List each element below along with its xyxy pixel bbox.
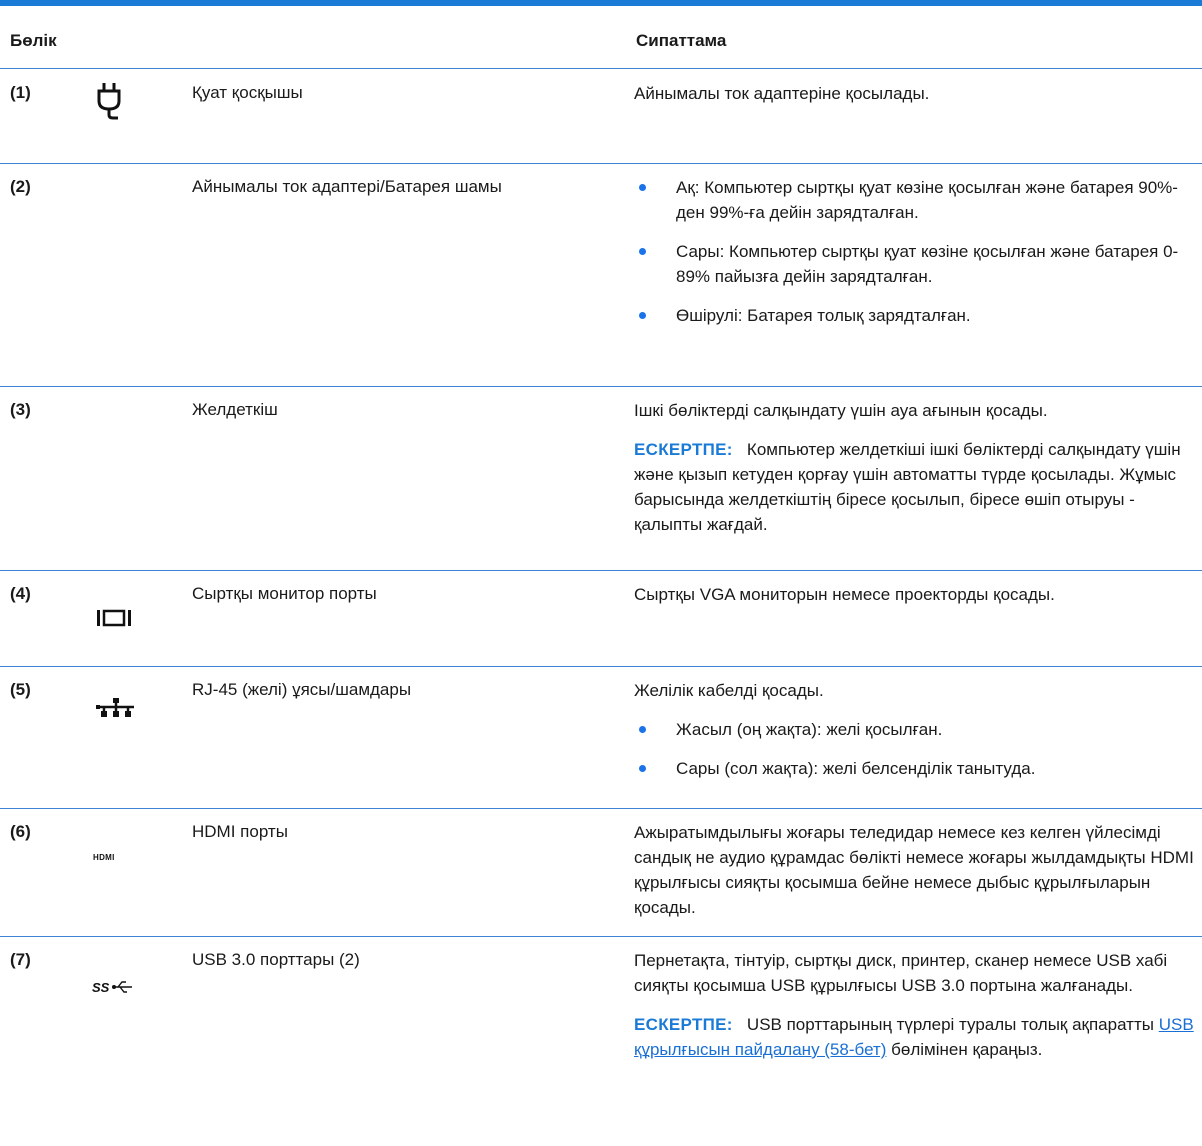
note-label: ЕСКЕРТПЕ: [634, 1015, 733, 1034]
table-row: (3) Желдеткіш Ішкі бөліктерді салқындату… [0, 387, 1202, 570]
component-name: HDMI порты [192, 822, 288, 841]
svg-text:HDMI: HDMI [93, 853, 115, 862]
component-description: Ішкі бөліктерді салқындату үшін ауа ағын… [634, 398, 1200, 551]
bullet-icon [639, 726, 646, 733]
list-item: Өшірулі: Батарея толық зарядталған. [634, 303, 1200, 328]
component-name: Желдеткіш [192, 400, 278, 419]
table-row: (7) SS USB 3.0 порттары (2) Пернетақта, … [0, 937, 1202, 1142]
power-plug-icon [96, 81, 122, 126]
component-name: Сыртқы монитор порты [192, 584, 377, 603]
table-row: (5) RJ-45 (желі) ұясы/шамдары Желілік ка… [0, 667, 1202, 808]
row-number: (4) [10, 584, 31, 603]
bullet-icon [639, 248, 646, 255]
component-name: RJ-45 (желі) ұясы/шамдары [192, 680, 412, 699]
note: ЕСКЕРТПЕ: USB порттарының түрлері туралы… [634, 1015, 1194, 1059]
component-description: Сыртқы VGA мониторын немесе проекторды қ… [634, 585, 1055, 604]
row-number: (6) [10, 822, 31, 841]
row-number: (3) [10, 400, 31, 419]
table-row: (1) Қуат қосқышы Айнымалы ток адаптеріне… [0, 69, 1202, 163]
hdmi-icon: HDMI [93, 849, 129, 867]
header-component: Бөлік [10, 31, 57, 50]
vga-monitor-port-icon [96, 609, 132, 632]
svg-text:SS: SS [92, 980, 110, 995]
row-number: (7) [10, 950, 31, 969]
component-description: Желілік кабелді қосады. Жасыл (оң жақта)… [634, 678, 1200, 795]
bullet-icon [639, 312, 646, 319]
network-icon [96, 697, 136, 724]
component-name: Айнымалы ток адаптері/Батарея шамы [192, 177, 502, 196]
row-number: (2) [10, 177, 31, 196]
table-row: (2) Айнымалы ток адаптері/Батарея шамы А… [0, 164, 1202, 386]
row-number: (1) [10, 83, 31, 102]
bullet-icon [639, 765, 646, 772]
list-item: Жасыл (оң жақта): желі қосылған. [634, 717, 1200, 742]
component-name: Қуат қосқышы [192, 83, 303, 102]
list-item: Ақ: Компьютер сыртқы қуат көзіне қосылға… [634, 175, 1200, 225]
note-label: ЕСКЕРТПЕ: [634, 440, 733, 459]
list-item: Сары (сол жақта): желі белсенділік таныт… [634, 756, 1200, 781]
note: ЕСКЕРТПЕ: Компьютер желдеткіші ішкі бөлі… [634, 440, 1181, 534]
list-item: Сары: Компьютер сыртқы қуат көзіне қосыл… [634, 239, 1200, 289]
row-number: (5) [10, 680, 31, 699]
component-description: Ақ: Компьютер сыртқы қуат көзіне қосылға… [634, 175, 1200, 342]
bullet-icon [639, 184, 646, 191]
usb-superspeed-icon: SS [92, 979, 134, 1000]
table-row: (6) HDMI HDMI порты Ажыратымдылығы жоғар… [0, 809, 1202, 936]
component-description: Ажыратымдылығы жоғары теледидар немесе к… [634, 823, 1194, 917]
component-description: Пернетақта, тінтуір, сыртқы диск, принте… [634, 948, 1200, 1076]
table-header: Бөлік Сипаттама [0, 6, 1202, 68]
table-row: (4) Сыртқы монитор порты Сыртқы VGA мони… [0, 571, 1202, 666]
component-name: USB 3.0 порттары (2) [192, 950, 360, 969]
component-description: Айнымалы ток адаптеріне қосылады. [634, 84, 930, 103]
header-description: Сипаттама [636, 31, 727, 50]
